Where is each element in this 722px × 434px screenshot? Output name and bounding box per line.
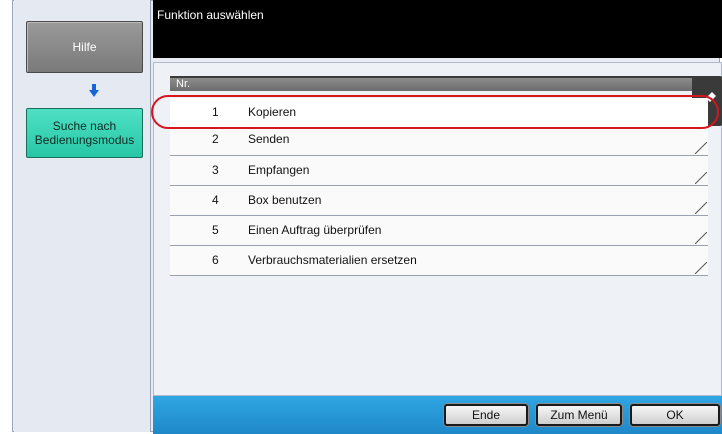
to-menu-button[interactable]: Zum Menü bbox=[536, 404, 622, 426]
search-by-mode-label-line1: Suche nach bbox=[52, 119, 117, 133]
row-label: Empfangen bbox=[248, 163, 310, 177]
list-item[interactable]: 3 Empfangen bbox=[170, 156, 708, 186]
end-button[interactable]: Ende bbox=[444, 404, 528, 426]
page-title: Funktion auswählen bbox=[157, 8, 264, 22]
row-label: Verbrauchsmaterialien ersetzen bbox=[248, 253, 417, 267]
row-label: Box benutzen bbox=[248, 193, 322, 207]
row-number: 5 bbox=[212, 223, 219, 237]
list-item[interactable]: 5 Einen Auftrag überprüfen bbox=[170, 216, 708, 246]
ok-button[interactable]: OK bbox=[630, 404, 720, 426]
arrow-down-icon bbox=[89, 84, 99, 97]
row-corner-icon bbox=[695, 142, 707, 154]
selection-highlight bbox=[151, 95, 719, 129]
row-corner-icon bbox=[695, 172, 707, 184]
row-number: 3 bbox=[212, 163, 219, 177]
list-item[interactable]: 2 Senden bbox=[170, 128, 708, 156]
row-number: 2 bbox=[212, 132, 219, 146]
help-button[interactable]: Hilfe bbox=[26, 21, 143, 73]
row-label: Senden bbox=[248, 132, 290, 146]
row-corner-icon bbox=[695, 202, 707, 214]
row-corner-icon bbox=[695, 232, 707, 244]
table-header-number: Nr. bbox=[170, 76, 708, 91]
row-label: Einen Auftrag überprüfen bbox=[248, 223, 382, 237]
row-corner-icon bbox=[695, 262, 707, 274]
search-by-mode-button[interactable]: Suche nach Bedienungsmodus bbox=[26, 108, 143, 158]
header-bar: Funktion auswählen bbox=[153, 0, 722, 58]
row-number: 6 bbox=[212, 253, 219, 267]
list-item[interactable]: 6 Verbrauchsmaterialien ersetzen bbox=[170, 246, 708, 276]
search-by-mode-label-line2: Bedienungsmodus bbox=[34, 133, 135, 147]
row-number: 4 bbox=[212, 193, 219, 207]
list-item[interactable]: 4 Box benutzen bbox=[170, 186, 708, 216]
